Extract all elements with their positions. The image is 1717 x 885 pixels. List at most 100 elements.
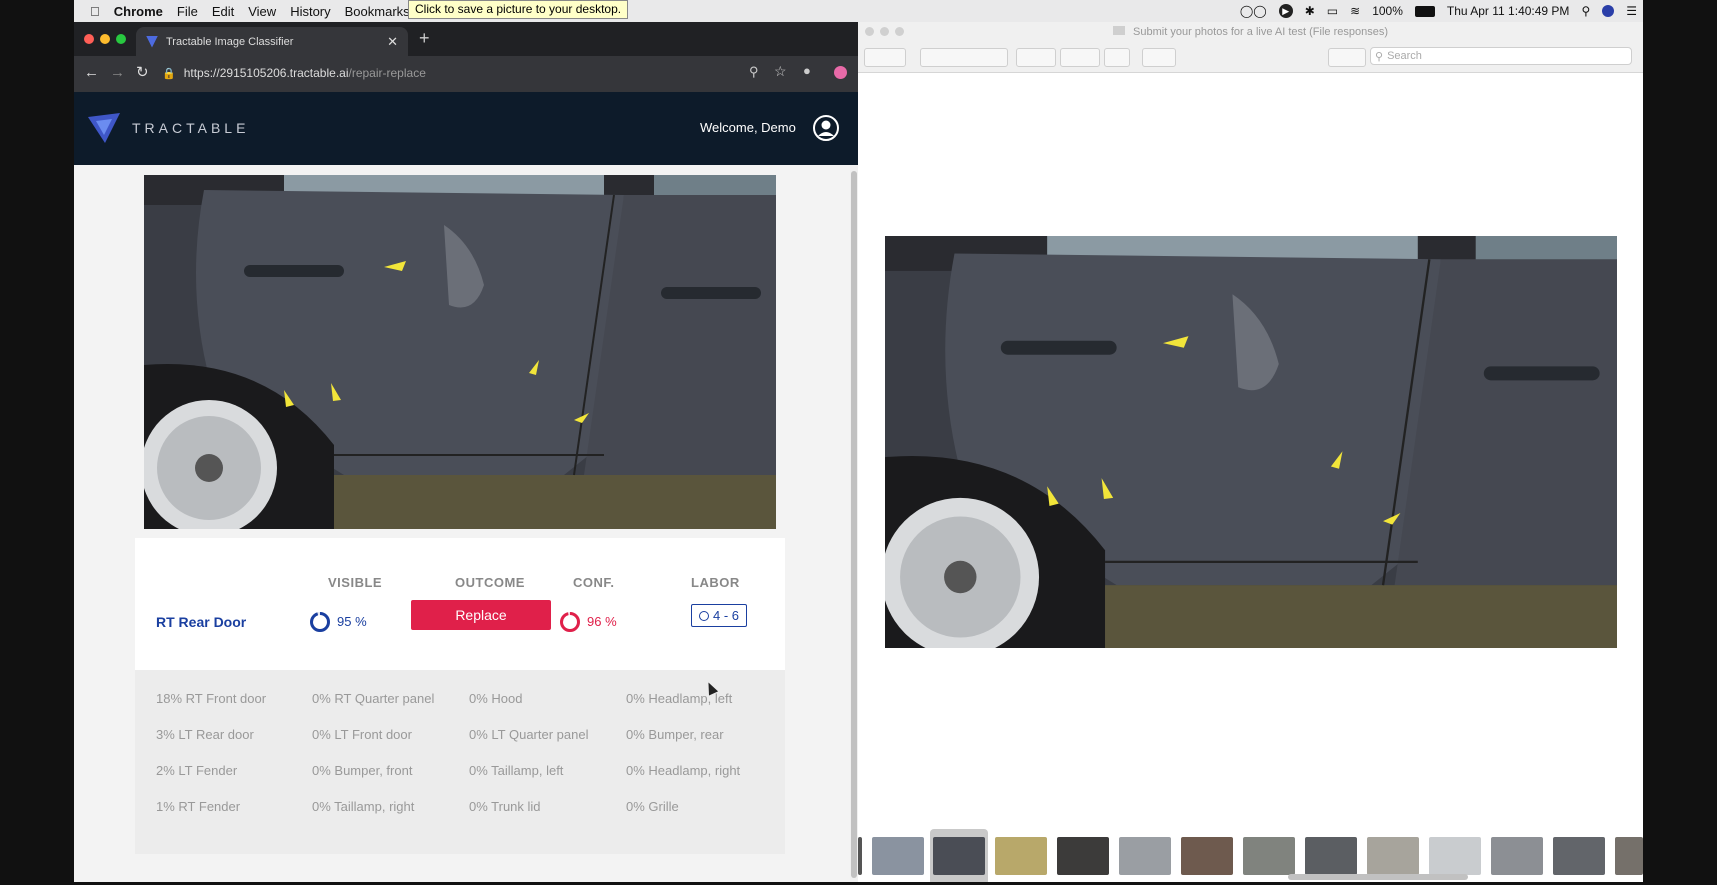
other-part: 0% Bumper, rear: [626, 727, 724, 742]
thumbnail[interactable]: [1057, 837, 1109, 875]
part-name[interactable]: RT Rear Door: [156, 614, 246, 630]
app-header: TRACTABLE Welcome, Demo: [74, 92, 858, 165]
menu-file[interactable]: File: [177, 4, 198, 19]
window-close-button[interactable]: [84, 34, 94, 44]
menu-app-name[interactable]: Chrome: [114, 4, 163, 19]
welcome-text: Welcome, Demo: [700, 120, 796, 135]
other-part: 0% Headlamp, left: [626, 691, 733, 706]
other-part: 0% LT Front door: [312, 727, 412, 742]
menu-bookmarks[interactable]: Bookmarks: [345, 4, 410, 19]
other-parts-panel: 18% RT Front door 0% RT Quarter panel 0%…: [135, 670, 785, 854]
menu-history[interactable]: History: [290, 4, 330, 19]
header-visible: VISIBLE: [328, 575, 383, 590]
zoom-icon[interactable]: ⚲: [749, 64, 759, 80]
page-scrollbar[interactable]: [850, 165, 858, 882]
thumbnail[interactable]: [872, 837, 924, 875]
battery-percent: 100%: [1372, 4, 1403, 18]
other-part: 1% RT Fender: [156, 799, 241, 814]
thumbnail[interactable]: [1305, 837, 1357, 875]
header-labor: LABOR: [691, 575, 740, 590]
visible-ring-icon: [310, 612, 330, 632]
other-part: 18% RT Front door: [156, 691, 267, 706]
group-button[interactable]: [1016, 48, 1056, 67]
finder-window: Submit your photos for a live AI test (F…: [858, 22, 1643, 882]
clock[interactable]: Thu Apr 11 1:40:49 PM: [1447, 4, 1570, 18]
replace-button[interactable]: Replace: [411, 600, 551, 630]
tractable-favicon: [146, 35, 158, 48]
user-account-icon[interactable]: [813, 115, 839, 141]
thumbnail[interactable]: [1429, 837, 1481, 875]
dropbox-icon[interactable]: [1328, 48, 1366, 67]
share-icon[interactable]: [1104, 48, 1130, 67]
thumbnail[interactable]: [1553, 837, 1605, 875]
page-scrollbar-thumb[interactable]: [851, 171, 857, 878]
menu-view[interactable]: View: [248, 4, 276, 19]
thumbnail[interactable]: [1243, 837, 1295, 875]
labor-badge[interactable]: 4 - 6: [691, 604, 747, 627]
tab-title: Tractable Image Classifier: [166, 35, 294, 48]
spotlight-search-icon[interactable]: ⚲: [1581, 4, 1590, 18]
other-part: 0% Taillamp, right: [312, 799, 415, 814]
thumbnail[interactable]: [858, 837, 862, 875]
finder-zoom-button[interactable]: [895, 27, 904, 36]
finder-back-button[interactable]: [864, 48, 906, 67]
menu-edit[interactable]: Edit: [212, 4, 234, 19]
reload-icon[interactable]: ↻: [136, 63, 149, 81]
browser-tab[interactable]: Tractable Image Classifier ✕: [136, 27, 408, 56]
labor-hours: 4 - 6: [712, 608, 739, 623]
thumbnail[interactable]: [1367, 837, 1419, 875]
tab-close-icon[interactable]: ✕: [387, 34, 398, 50]
thumbnail-strip: [858, 807, 1643, 882]
battery-icon[interactable]: [1414, 5, 1435, 17]
brand-name: TRACTABLE: [132, 120, 250, 136]
clock-icon: [698, 610, 709, 621]
other-part: 0% Bumper, front: [312, 763, 413, 778]
thumbnail[interactable]: [933, 837, 985, 875]
finder-horizontal-scrollbar[interactable]: [1288, 874, 1468, 880]
screenshot-tooltip: Click to save a picture to your desktop.: [408, 0, 629, 19]
media-play-icon[interactable]: ▶: [1278, 4, 1293, 18]
thumbnail[interactable]: [995, 837, 1047, 875]
siri-icon[interactable]: [1602, 5, 1615, 17]
tag-icon[interactable]: [1142, 48, 1176, 67]
gear-icon[interactable]: [1060, 48, 1100, 67]
notification-center-icon[interactable]: ☰: [1626, 4, 1637, 18]
confidence-percent: 96 %: [587, 614, 617, 629]
finder-minimize-button[interactable]: [880, 27, 889, 36]
tractable-logo-icon[interactable]: [88, 113, 120, 143]
glasses-icon[interactable]: ◯◯: [1240, 4, 1267, 18]
thumbnail[interactable]: [1615, 837, 1643, 875]
replace-button-label: Replace: [455, 607, 507, 623]
confidence-ring-icon: [560, 612, 580, 632]
window-zoom-button[interactable]: [116, 34, 126, 44]
other-part: 0% Taillamp, left: [469, 763, 564, 778]
finder-search-placeholder: Search: [1387, 50, 1422, 62]
thumbnail[interactable]: [1491, 837, 1543, 875]
finder-search-input[interactable]: ⚲ Search: [1370, 47, 1632, 65]
forward-icon[interactable]: →: [110, 64, 125, 81]
other-part: 0% Trunk lid: [469, 799, 541, 814]
other-part: 0% Hood: [469, 691, 523, 706]
view-icon-button[interactable]: [920, 48, 1008, 67]
thumbnail[interactable]: [1181, 837, 1233, 875]
bookmark-star-icon[interactable]: ☆: [774, 63, 787, 80]
bluetooth-icon[interactable]: ✱: [1305, 4, 1315, 18]
apple-icon[interactable]: : [90, 4, 100, 19]
url-path: /repair-replace: [348, 66, 426, 80]
profile-avatar-icon[interactable]: [834, 66, 847, 79]
thumbnail[interactable]: [1119, 837, 1171, 875]
other-part: 2% LT Fender: [156, 763, 238, 778]
finder-close-button[interactable]: [865, 27, 874, 36]
menu-status-area: ◯◯ ▶ ✱ ▭ ≋ 100% Thu Apr 11 1:40:49 PM ⚲ …: [1240, 0, 1637, 22]
chrome-window: Tractable Image Classifier ✕ + ← → ↻ 🔒 h…: [74, 22, 858, 882]
wifi-icon[interactable]: ≋: [1350, 4, 1360, 18]
folder-icon: [1112, 26, 1125, 35]
url-field[interactable]: 🔒 https://2915105206.tractable.ai /repai…: [162, 61, 772, 85]
incognito-icon[interactable]: ●: [803, 63, 811, 78]
preview-photo: [885, 236, 1617, 648]
window-minimize-button[interactable]: [100, 34, 110, 44]
tab-strip: Tractable Image Classifier ✕ +: [74, 22, 858, 56]
new-tab-button[interactable]: +: [419, 28, 430, 49]
back-icon[interactable]: ←: [84, 64, 99, 81]
airplay-icon[interactable]: ▭: [1327, 4, 1338, 18]
